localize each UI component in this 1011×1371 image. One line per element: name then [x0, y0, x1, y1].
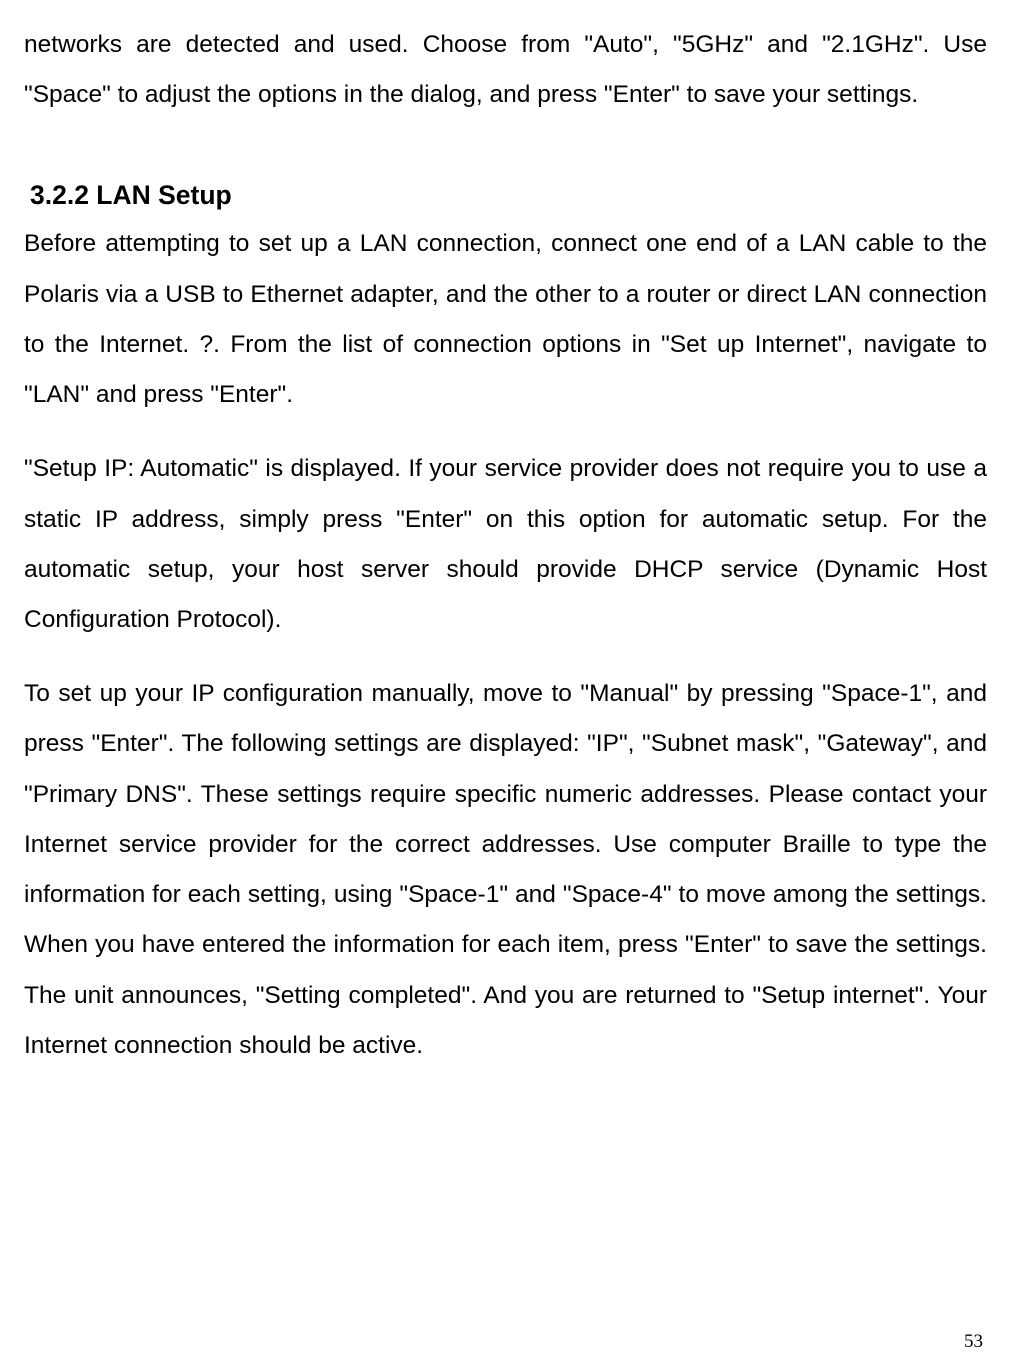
intro-paragraph: networks are detected and used. Choose f…	[24, 20, 987, 120]
body-paragraph-3: To set up your IP configuration manually…	[24, 669, 987, 1071]
body-paragraph-2: "Setup IP: Automatic" is displayed. If y…	[24, 444, 987, 645]
page-number: 53	[964, 1331, 983, 1353]
section-heading: 3.2.2 LAN Setup	[24, 180, 987, 211]
body-paragraph-1: Before attempting to set up a LAN connec…	[24, 219, 987, 420]
